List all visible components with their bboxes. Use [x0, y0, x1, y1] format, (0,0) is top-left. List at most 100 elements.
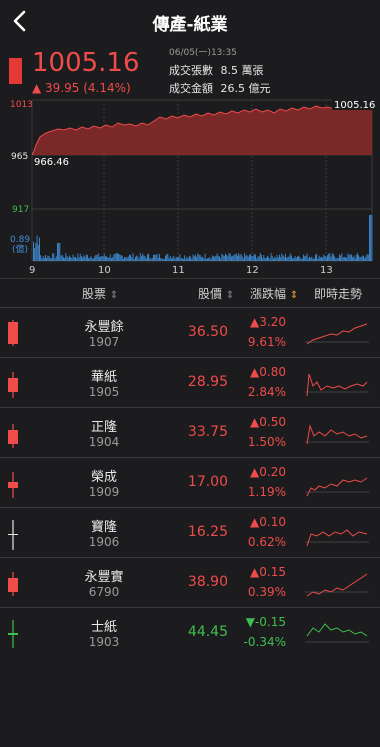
- volume-bar: [147, 254, 148, 261]
- trend-sparkline: [305, 373, 369, 397]
- change-column-header[interactable]: 漲跌幅 ⇕: [250, 285, 298, 302]
- volume-bar: [253, 253, 255, 261]
- table-row[interactable]: 士紙 1903 44.45 ▼-0.15 -0.34%: [0, 607, 380, 658]
- volume-bar: [54, 258, 56, 261]
- volume-bar: [280, 257, 282, 261]
- volume-bar: [365, 256, 367, 261]
- stock-change: ▲0.20: [250, 465, 286, 479]
- volume-bar: [364, 258, 366, 261]
- volume-bar: [323, 254, 325, 261]
- stock-change: ▲3.20: [250, 315, 286, 329]
- volume-bar: [157, 257, 159, 261]
- volume-bar: [52, 253, 54, 261]
- table-row[interactable]: 永豐餘 1907 36.50 ▲3.20 9.61%: [0, 307, 380, 358]
- volume-bar: [318, 255, 320, 261]
- volume-bar: [175, 256, 177, 261]
- volume-bar: [113, 254, 115, 261]
- stock-column-header[interactable]: 股票 ⇕: [82, 285, 118, 302]
- volume-bar: [77, 253, 79, 261]
- volume-bar: [105, 256, 106, 261]
- volume-bar: [78, 257, 80, 261]
- price-column-header[interactable]: 股價 ⇕: [198, 285, 234, 302]
- amount-value: 26.5 億元: [220, 82, 271, 95]
- stock-price: 28.95: [187, 374, 228, 390]
- volume-bar: [310, 257, 312, 261]
- timestamp: 06/05(一)13:35: [169, 48, 237, 58]
- x-tick-11: 11: [172, 265, 185, 276]
- x-tick-12: 12: [246, 265, 259, 276]
- volume-bar: [186, 256, 188, 261]
- vol-unit-label: (億): [12, 243, 28, 255]
- trend-sparkline: [305, 424, 369, 445]
- stock-code: 1905: [88, 385, 120, 399]
- volume-bar: [106, 256, 108, 261]
- volume-bar: [69, 255, 70, 261]
- volume-bar: [307, 258, 309, 261]
- volume-bar: [354, 258, 356, 261]
- table-row[interactable]: 華紙 1905 28.95 ▲0.80 2.84%: [0, 357, 380, 408]
- volume-bar: [243, 258, 244, 261]
- table-row[interactable]: 榮成 1909 17.00 ▲0.20 1.19%: [0, 457, 380, 508]
- volume-bar: [366, 254, 368, 261]
- table-row[interactable]: 正隆 1904 33.75 ▲0.50 1.50%: [0, 407, 380, 458]
- volume-bar: [299, 257, 301, 261]
- volume-bar: [208, 257, 210, 261]
- stock-price: 44.45: [187, 624, 228, 640]
- volume-bar: [150, 258, 152, 261]
- volume-bar: [156, 253, 158, 261]
- volume-bar: [244, 253, 246, 261]
- open-value-label: 966.46: [34, 157, 69, 168]
- volume-bar: [283, 256, 285, 261]
- table-header: 股票 ⇕ 股價 ⇕ 漲跌幅 ⇕ 即時走勢: [0, 278, 380, 307]
- volume-bar: [238, 253, 240, 261]
- volume-bar: [102, 256, 104, 261]
- candlestick-icon: [8, 372, 18, 398]
- volume-bar: [51, 258, 52, 261]
- candlestick-icon: [8, 472, 18, 498]
- volume-bar: [115, 253, 117, 261]
- volume-bar: [317, 258, 319, 261]
- volume-bar: [40, 255, 42, 261]
- volume-bar: [138, 258, 140, 261]
- volume-bar: [211, 255, 213, 261]
- volume-bar: [72, 254, 74, 261]
- volume-bar: [87, 255, 88, 261]
- volume-bar: [219, 256, 220, 261]
- volume-bar: [335, 258, 337, 261]
- volume-bar: [371, 215, 373, 261]
- volume-bar: [233, 254, 235, 261]
- volume-bar: [297, 256, 298, 261]
- volume-bar: [316, 253, 318, 261]
- volume-bar: [277, 257, 279, 261]
- volume-bar: [197, 253, 199, 261]
- volume-row: 成交張數 8.5 萬張: [169, 62, 264, 78]
- volume-bar: [55, 256, 57, 261]
- trend-sparkline: [305, 323, 369, 345]
- volume-bar: [259, 253, 261, 261]
- volume-bar: [315, 254, 316, 261]
- volume-bar: [357, 253, 358, 261]
- table-row[interactable]: 寶隆 1906 16.25 ▲0.10 0.62%: [0, 507, 380, 558]
- volume-bar: [205, 258, 207, 261]
- volume-bar: [298, 255, 300, 261]
- intraday-chart[interactable]: 1013 965 917 0.89 (億) 966.46 1005.16 9 1…: [0, 97, 380, 277]
- volume-bar: [35, 242, 37, 261]
- volume-bar: [137, 256, 139, 261]
- volume-bar: [57, 243, 58, 261]
- volume-bar: [216, 253, 218, 261]
- volume-bar: [42, 256, 44, 261]
- volume-bar: [249, 254, 250, 261]
- volume-bar: [60, 255, 62, 261]
- stock-price: 16.25: [187, 524, 228, 540]
- table-row[interactable]: 永豐實 6790 38.90 ▲0.15 0.39%: [0, 557, 380, 608]
- volume-bar: [118, 253, 120, 261]
- volume-bar: [117, 253, 118, 261]
- volume-bar: [226, 254, 228, 261]
- stock-name: 華紙: [90, 370, 117, 385]
- volume-bar: [63, 257, 64, 261]
- volume-bar: [127, 256, 129, 261]
- volume-bar: [174, 258, 176, 261]
- volume-bar: [343, 256, 345, 261]
- x-tick-9: 9: [29, 265, 35, 276]
- volume-value: 8.5 萬張: [220, 64, 264, 77]
